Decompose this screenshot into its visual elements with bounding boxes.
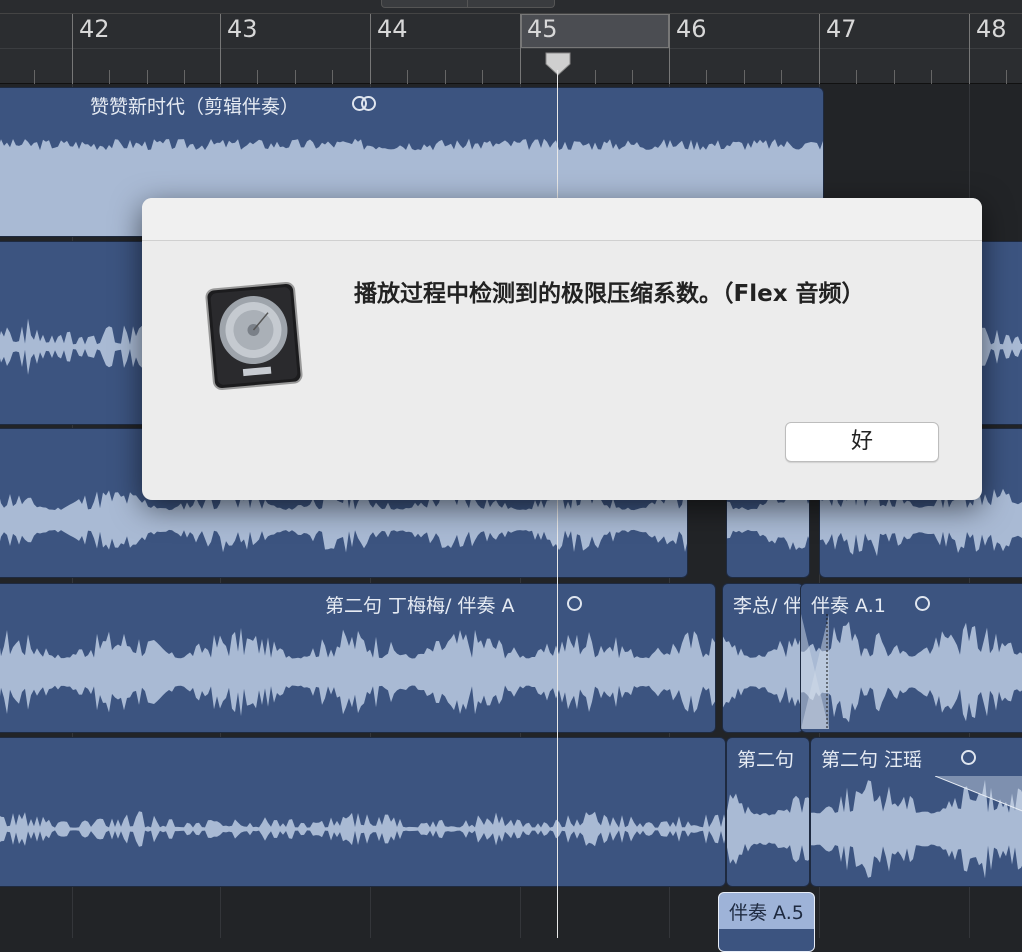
loop-icon	[361, 96, 376, 111]
bar-number: 48	[976, 15, 1007, 43]
ruler-tick	[332, 70, 333, 84]
ruler-tick	[147, 70, 148, 84]
ruler-tick	[781, 70, 782, 84]
ruler-tick	[744, 70, 745, 84]
ruler-tick	[632, 70, 633, 84]
crossfade	[801, 614, 829, 729]
bar-number: 46	[676, 15, 707, 43]
ruler-tick	[445, 70, 446, 84]
alert-message: 播放过程中检测到的极限压缩系数。（Flex 音频）	[354, 281, 865, 307]
bar-ruler[interactable]: 42 43 44 45 46 47 48	[0, 0, 1022, 84]
bar-number: 42	[79, 15, 110, 43]
bar-number: 45	[527, 15, 558, 43]
ruler-bottom-line	[0, 83, 1022, 84]
ruler-divider	[0, 48, 1022, 49]
audio-region[interactable]: 第二句 汪瑶	[810, 737, 1022, 887]
audio-region[interactable]: 伴奏 A.1	[800, 583, 1022, 733]
audio-region[interactable]	[0, 737, 726, 887]
waveform	[727, 793, 809, 865]
ruler-tick	[184, 70, 185, 84]
ruler-tick	[1006, 70, 1007, 84]
bar-number: 44	[377, 15, 408, 43]
ruler-tick	[34, 70, 35, 84]
ruler-tick	[894, 70, 895, 84]
audio-region[interactable]: 李总/ 伴	[722, 583, 804, 733]
ruler-tick	[109, 70, 110, 84]
ruler-tick	[595, 70, 596, 84]
playhead-icon	[545, 52, 571, 76]
region-name: 伴奏 A.5	[729, 902, 804, 924]
waveform	[0, 811, 725, 847]
alert-dialog: 播放过程中检测到的极限压缩系数。（Flex 音频） 好	[142, 198, 982, 500]
ruler-tick	[257, 70, 258, 84]
waveform	[723, 631, 803, 713]
region-name: 赞赞新时代（剪辑伴奏）	[90, 96, 300, 118]
audio-region[interactable]: 第二句 丁梅梅/ 伴奏 A	[0, 583, 716, 733]
fade-out	[935, 776, 1022, 812]
waveform	[801, 621, 1022, 723]
waveform	[0, 627, 715, 717]
ruler-handle[interactable]	[381, 0, 555, 8]
region-body	[719, 929, 814, 951]
ruler-tick	[706, 70, 707, 84]
ruler-tick	[856, 70, 857, 84]
dialog-titlebar	[142, 198, 982, 241]
ruler-tick	[931, 70, 932, 84]
ok-button[interactable]: 好	[785, 422, 939, 462]
ruler-tick	[482, 70, 483, 84]
ruler-tick	[407, 70, 408, 84]
audio-region[interactable]: 伴奏 A.5	[718, 892, 815, 952]
audio-region[interactable]: 第二句	[726, 737, 810, 887]
logic-pro-icon	[204, 280, 304, 392]
ruler-tick	[295, 70, 296, 84]
bar-number: 43	[227, 15, 258, 43]
bar-number: 47	[826, 15, 857, 43]
